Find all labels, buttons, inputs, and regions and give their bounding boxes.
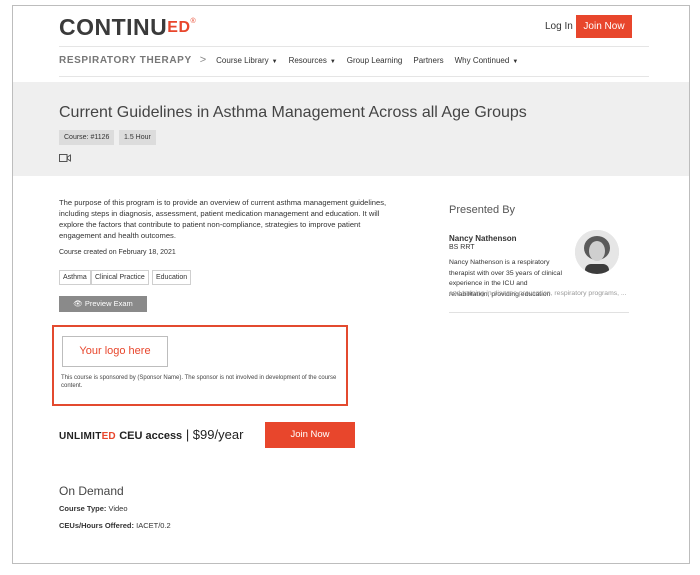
main-nav: RESPIRATORY THERAPY > Course Library ▼ Re… xyxy=(59,54,529,66)
sponsor-disclaimer: This course is sponsored by (Sponsor Nam… xyxy=(61,375,337,389)
ceus-row: CEUs/Hours Offered: IACET/0.2 xyxy=(59,521,171,530)
chevron-down-icon: ▼ xyxy=(512,58,519,65)
course-description: The purpose of this program is to provid… xyxy=(59,198,387,240)
eye-icon: 👁 xyxy=(73,299,83,308)
nav-divider xyxy=(59,76,649,77)
unlimited-prefix: UNLIMIT xyxy=(59,431,102,442)
join-now-button[interactable]: Join Now xyxy=(265,422,355,448)
preview-exam-button[interactable]: 👁 Preview Exam xyxy=(59,296,147,312)
chevron-right-icon: > xyxy=(199,54,207,66)
nav-item-label: Resources xyxy=(288,55,327,65)
presenter-bio-faded: and training in disease prevention, resp… xyxy=(449,290,627,297)
on-demand-heading: On Demand xyxy=(59,484,124,498)
ceus-label: CEUs/Hours Offered: xyxy=(59,521,135,530)
course-title: Current Guidelines in Asthma Management … xyxy=(59,104,527,121)
logo-registered-mark: ® xyxy=(190,18,197,25)
nav-item-why-continued[interactable]: Why Continued ▼ xyxy=(455,56,519,65)
unlimited-ceu-access: UNLIMITED CEU access | $99/year xyxy=(59,427,243,442)
sponsor-box: Your logo here This course is sponsored … xyxy=(52,325,348,406)
presenter-name[interactable]: Nancy Nathenson xyxy=(449,234,517,243)
presenter-credentials: BS RRT xyxy=(449,244,475,251)
membership-price: | $99/year xyxy=(185,427,244,442)
course-duration-badge: 1.5 Hour xyxy=(119,130,156,145)
course-type-value: Video xyxy=(108,504,128,513)
ceus-value: IACET/0.2 xyxy=(136,521,171,530)
video-camera-icon xyxy=(59,154,71,162)
specialty-brand[interactable]: RESPIRATORY THERAPY xyxy=(59,55,192,66)
presented-by-heading: Presented By xyxy=(449,204,516,216)
join-now-header-button[interactable]: Join Now xyxy=(576,15,632,38)
ceu-access-text: CEU access xyxy=(119,430,183,442)
chevron-down-icon: ▼ xyxy=(329,58,336,65)
page-frame: CONTINUED® Log In Join Now RESPIRATORY T… xyxy=(12,5,690,564)
nav-item-course-library[interactable]: Course Library ▼ xyxy=(216,56,277,65)
presenter-avatar xyxy=(575,230,619,274)
tag-education[interactable]: Education xyxy=(152,270,192,285)
continued-logo[interactable]: CONTINUED® xyxy=(59,14,196,41)
nav-item-label: Course Library xyxy=(216,55,269,65)
tag-clinical-practice[interactable]: Clinical Practice xyxy=(91,270,149,285)
sponsor-logo-placeholder: Your logo here xyxy=(62,336,168,367)
presenter-photo xyxy=(575,230,619,274)
course-created-date: Course created on February 18, 2021 xyxy=(59,249,176,256)
preview-exam-label: Preview Exam xyxy=(84,299,133,308)
course-type-label: Course Type: xyxy=(59,504,107,513)
login-link[interactable]: Log In xyxy=(545,21,573,32)
tag-asthma[interactable]: Asthma xyxy=(59,270,91,285)
unlimited-ed: ED xyxy=(101,431,116,442)
nav-item-group-learning[interactable]: Group Learning xyxy=(347,56,403,65)
presenter-divider xyxy=(449,312,629,313)
nav-item-label: Why Continued xyxy=(454,55,510,65)
header-divider xyxy=(59,46,649,47)
logo-ed-text: ED xyxy=(167,19,191,36)
nav-item-resources[interactable]: Resources ▼ xyxy=(289,56,336,65)
course-type-row: Course Type: Video xyxy=(59,504,128,513)
logo-main-text: CONTINU xyxy=(59,14,168,40)
chevron-down-icon: ▼ xyxy=(271,58,278,65)
course-hero: Current Guidelines in Asthma Management … xyxy=(13,82,689,176)
course-number-badge: Course: #1126 xyxy=(59,130,115,145)
nav-item-partners[interactable]: Partners xyxy=(413,56,443,65)
